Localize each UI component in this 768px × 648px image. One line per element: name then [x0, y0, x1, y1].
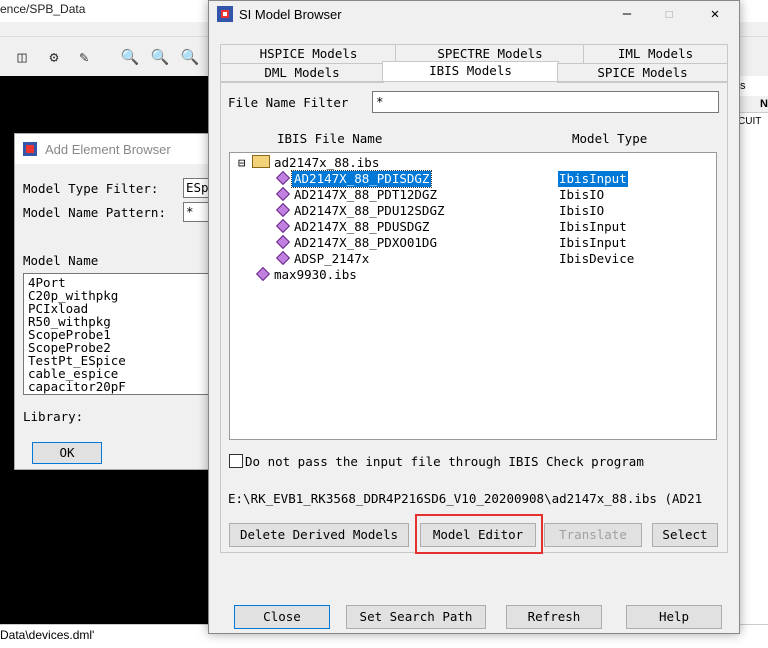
model-name-pattern-label: Model Name Pattern:: [23, 205, 166, 220]
status-text: Data\devices.dml': [0, 628, 95, 642]
model-type-cell: IbisInput: [559, 219, 627, 234]
model-type-cell: IbisInput: [559, 235, 627, 250]
dialog-title: Add Element Browser: [45, 142, 171, 157]
checkbox-label: Do not pass the input file through IBIS …: [245, 454, 644, 469]
tree-model-node[interactable]: AD2147X_88_PDXO01DG: [294, 235, 437, 251]
file-name-filter-input[interactable]: *: [372, 91, 719, 113]
model-icon: [255, 266, 271, 283]
translate-button[interactable]: Translate: [544, 523, 642, 547]
tree-model-node[interactable]: AD2147X_88_PDU12SDGZ: [294, 203, 445, 219]
toolbar-tool-icon[interactable]: ◫: [12, 47, 32, 67]
column-header-file-name: IBIS File Name: [277, 131, 383, 146]
si-model-browser-titlebar: SI Model Browser — ☐ ✕: [209, 1, 739, 27]
model-icon: [275, 250, 291, 267]
background-path-text: ence/SPB_Data: [0, 2, 86, 16]
ibis-check-checkbox[interactable]: [229, 454, 243, 468]
refresh-button[interactable]: Refresh: [506, 605, 602, 629]
model-type-cell: IbisDevice: [559, 251, 635, 266]
folder-open-icon: [252, 155, 270, 171]
model-icon: [275, 202, 291, 219]
tab-ibis-models[interactable]: IBIS Models: [382, 61, 559, 82]
zoom-out-icon[interactable]: 🔍: [180, 47, 200, 67]
right-panel-text: s: [740, 80, 746, 92]
highlight-box: [415, 514, 543, 554]
model-name-list[interactable]: 4Port C20p_withpkg PCIxload R50_withpkg …: [23, 273, 225, 395]
model-type-cell: IbisIO: [559, 187, 605, 202]
right-panel-cell: CUIT: [738, 116, 762, 127]
tree-file-node[interactable]: max9930.ibs: [274, 267, 357, 283]
tab-hspice-models[interactable]: HSPICE Models: [220, 44, 397, 64]
close-button[interactable]: Close: [234, 605, 330, 629]
ok-button[interactable]: OK: [32, 442, 102, 464]
add-element-browser-dialog: Add Element Browser Model Type Filter: E…: [14, 133, 226, 470]
zoom-fit-icon[interactable]: 🔍: [120, 47, 140, 67]
tab-iml-models[interactable]: IML Models: [583, 44, 728, 64]
model-type-cell: IbisIO: [559, 203, 605, 218]
maximize-icon[interactable]: ☐: [655, 5, 683, 23]
tree-model-node[interactable]: AD2147X_88_PDT12DGZ: [294, 187, 437, 203]
select-button[interactable]: Select: [652, 523, 718, 547]
close-icon[interactable]: ✕: [701, 5, 729, 23]
set-search-path-button[interactable]: Set Search Path: [346, 605, 486, 629]
model-type-cell: IbisInput: [558, 171, 628, 187]
app-icon: [23, 142, 37, 156]
dialog-title: SI Model Browser: [239, 7, 342, 22]
background-right-panel: s Na CUIT: [738, 76, 768, 624]
add-element-browser-titlebar: Add Element Browser: [15, 134, 225, 164]
list-item[interactable]: capacitor20pF: [28, 380, 126, 393]
file-path-text: E:\RK_EVB1_RK3568_DDR4P216SD6_V10_202009…: [228, 491, 703, 506]
model-icon: [275, 234, 291, 251]
tab-dml-models[interactable]: DML Models: [220, 63, 384, 83]
model-icon: [275, 186, 291, 203]
tree-model-node[interactable]: AD2147X_88_PDUSDGZ: [294, 219, 429, 235]
model-type-filter-label: Model Type Filter:: [23, 181, 159, 196]
app-icon: [217, 6, 233, 22]
tree-file-node[interactable]: ad2147x_88.ibs: [274, 155, 379, 171]
model-name-label: Model Name: [23, 253, 99, 268]
si-model-browser-dialog: SI Model Browser — ☐ ✕ HSPICE Models SPE…: [208, 0, 740, 634]
file-name-filter-label: File Name Filter: [228, 95, 349, 110]
delete-derived-models-button[interactable]: Delete Derived Models: [229, 523, 409, 547]
zoom-in-icon[interactable]: 🔍: [150, 47, 170, 67]
model-icon: [275, 218, 291, 235]
tree-expander-icon[interactable]: ⊟: [238, 155, 246, 171]
column-header-model-type: Model Type: [572, 131, 648, 146]
library-label: Library:: [23, 409, 84, 424]
tree-model-node[interactable]: ADSP_2147x: [294, 251, 369, 267]
model-icon: [275, 170, 291, 187]
help-button[interactable]: Help: [626, 605, 722, 629]
right-panel-header: Na: [760, 98, 768, 110]
tree-model-node[interactable]: AD2147X_88_PDISDGZ: [290, 170, 433, 188]
toolbar-tool-icon[interactable]: ✎: [74, 47, 94, 67]
ibis-model-tree[interactable]: ⊟ ad2147x_88.ibs AD2147X_88_PDISDGZ Ibis…: [229, 152, 717, 440]
minimize-icon[interactable]: —: [613, 5, 641, 23]
toolbar-tool-icon[interactable]: ⚙: [44, 47, 64, 67]
tab-spice-models[interactable]: SPICE Models: [557, 63, 728, 83]
